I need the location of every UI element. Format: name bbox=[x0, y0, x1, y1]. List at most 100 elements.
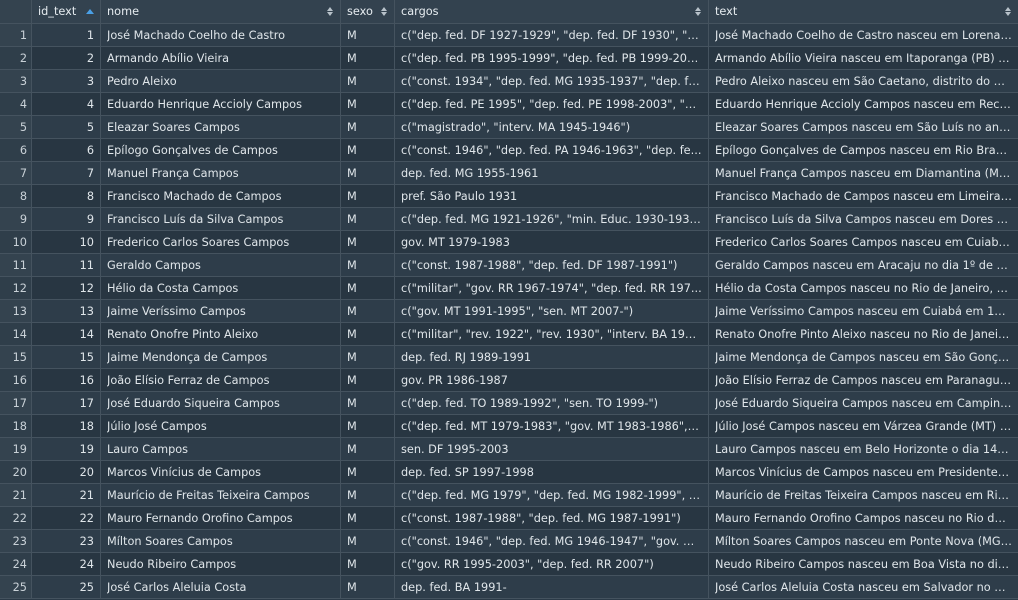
table-row[interactable]: 21 21 Maurício de Freitas Teixeira Campos M… bbox=[0, 484, 1018, 507]
cell-nome[interactable]: Neudo Ribeiro Campos bbox=[101, 553, 341, 576]
cell-text[interactable]: Pedro Aleixo nasceu em São Caetano, dist… bbox=[709, 70, 1018, 93]
cell-cargos[interactable]: c("gov. RR 1995-2003", "dep. fed. RR 200… bbox=[395, 553, 709, 576]
cell-cargos[interactable]: sen. DF 1995-2003 bbox=[395, 438, 709, 461]
sort-ascending-icon[interactable] bbox=[86, 9, 94, 14]
cell-id-text[interactable]: 21 bbox=[32, 484, 101, 507]
cell-text[interactable]: Renato Onofre Pinto Aleixo nasceu no Rio… bbox=[709, 323, 1018, 346]
cell-cargos[interactable]: c("militar", "rev. 1922", "rev. 1930", "… bbox=[395, 323, 709, 346]
cell-text[interactable]: José Machado Coelho de Castro nasceu em … bbox=[709, 24, 1018, 47]
cell-sexo[interactable]: M bbox=[341, 484, 395, 507]
cell-id-text[interactable]: 22 bbox=[32, 507, 101, 530]
cell-id-text[interactable]: 7 bbox=[32, 162, 101, 185]
cell-text[interactable]: Jaime Mendonça de Campos nasceu em São G… bbox=[709, 346, 1018, 369]
cell-id-text[interactable]: 24 bbox=[32, 553, 101, 576]
cell-text[interactable]: Eduardo Henrique Accioly Campos nasceu e… bbox=[709, 93, 1018, 116]
row-number[interactable]: 12 bbox=[0, 277, 32, 300]
cell-id-text[interactable]: 17 bbox=[32, 392, 101, 415]
cell-id-text[interactable]: 6 bbox=[32, 139, 101, 162]
cell-nome[interactable]: Francisco Luís da Silva Campos bbox=[101, 208, 341, 231]
cell-sexo[interactable]: M bbox=[341, 530, 395, 553]
cell-nome[interactable]: Mílton Soares Campos bbox=[101, 530, 341, 553]
table-row[interactable]: 22 22 Mauro Fernando Orofino Campos Mc("con… bbox=[0, 507, 1018, 530]
table-row[interactable]: 17 17 José Eduardo Siqueira Campos Mc("dep.… bbox=[0, 392, 1018, 415]
sort-icon[interactable] bbox=[694, 7, 702, 16]
cell-cargos[interactable]: dep. fed. RJ 1989-1991 bbox=[395, 346, 709, 369]
cell-cargos[interactable]: c("const. 1987-1988", "dep. fed. MG 1987… bbox=[395, 507, 709, 530]
row-number[interactable]: 16 bbox=[0, 369, 32, 392]
table-row[interactable]: 24 24 Neudo Ribeiro Campos Mc("gov. RR 1995… bbox=[0, 553, 1018, 576]
column-header-text[interactable]: text bbox=[709, 0, 1018, 24]
cell-cargos[interactable]: gov. PR 1986-1987 bbox=[395, 369, 709, 392]
cell-nome[interactable]: Eleazar Soares Campos bbox=[101, 116, 341, 139]
row-number[interactable]: 5 bbox=[0, 116, 32, 139]
cell-sexo[interactable]: M bbox=[341, 323, 395, 346]
cell-sexo[interactable]: M bbox=[341, 254, 395, 277]
cell-text[interactable]: Hélio da Costa Campos nasceu no Rio de J… bbox=[709, 277, 1018, 300]
cell-id-text[interactable]: 15 bbox=[32, 346, 101, 369]
cell-id-text[interactable]: 19 bbox=[32, 438, 101, 461]
table-row[interactable]: 20 20 Marcos Vinícius de Campos Mdep. fed. … bbox=[0, 461, 1018, 484]
cell-id-text[interactable]: 12 bbox=[32, 277, 101, 300]
table-row[interactable]: 16 16 João Elísio Ferraz de Campos Mgov. PR… bbox=[0, 369, 1018, 392]
cell-id-text[interactable]: 14 bbox=[32, 323, 101, 346]
cell-sexo[interactable]: M bbox=[341, 553, 395, 576]
cell-sexo[interactable]: M bbox=[341, 231, 395, 254]
cell-sexo[interactable]: M bbox=[341, 24, 395, 47]
sort-icon[interactable] bbox=[380, 7, 388, 16]
cell-nome[interactable]: José Eduardo Siqueira Campos bbox=[101, 392, 341, 415]
row-number[interactable]: 25 bbox=[0, 576, 32, 599]
cell-text[interactable]: Geraldo Campos nasceu em Aracaju no dia … bbox=[709, 254, 1018, 277]
row-number[interactable]: 3 bbox=[0, 70, 32, 93]
cell-sexo[interactable]: M bbox=[341, 208, 395, 231]
cell-id-text[interactable]: 13 bbox=[32, 300, 101, 323]
cell-cargos[interactable]: c("dep. fed. MT 1979-1983", "gov. MT 198… bbox=[395, 415, 709, 438]
table-row[interactable]: 25 25 José Carlos Aleluia Costa Mdep. fed. … bbox=[0, 576, 1018, 599]
cell-cargos[interactable]: c("const. 1946", "dep. fed. MG 1946-1947… bbox=[395, 530, 709, 553]
cell-nome[interactable]: Jaime Mendonça de Campos bbox=[101, 346, 341, 369]
cell-cargos[interactable]: c("dep. fed. PE 1995", "dep. fed. PE 199… bbox=[395, 93, 709, 116]
cell-cargos[interactable]: dep. fed. SP 1997-1998 bbox=[395, 461, 709, 484]
cell-cargos[interactable]: c("dep. fed. MG 1921-1926", "min. Educ. … bbox=[395, 208, 709, 231]
row-number[interactable]: 17 bbox=[0, 392, 32, 415]
cell-sexo[interactable]: M bbox=[341, 277, 395, 300]
cell-text[interactable]: Maurício de Freitas Teixeira Campos nasc… bbox=[709, 484, 1018, 507]
column-header-nome[interactable]: nome bbox=[101, 0, 341, 24]
cell-text[interactable]: João Elísio Ferraz de Campos nasceu em P… bbox=[709, 369, 1018, 392]
cell-sexo[interactable]: M bbox=[341, 346, 395, 369]
row-number[interactable]: 18 bbox=[0, 415, 32, 438]
cell-sexo[interactable]: M bbox=[341, 139, 395, 162]
cell-nome[interactable]: Pedro Aleixo bbox=[101, 70, 341, 93]
row-number[interactable]: 15 bbox=[0, 346, 32, 369]
row-number[interactable]: 7 bbox=[0, 162, 32, 185]
cell-id-text[interactable]: 11 bbox=[32, 254, 101, 277]
row-number[interactable]: 11 bbox=[0, 254, 32, 277]
table-row[interactable]: 5 5 Eleazar Soares Campos Mc("magistrado", … bbox=[0, 116, 1018, 139]
table-row[interactable]: 10 10 Frederico Carlos Soares Campos Mgov. … bbox=[0, 231, 1018, 254]
table-row[interactable]: 18 18 Júlio José Campos Mc("dep. fed. MT 19… bbox=[0, 415, 1018, 438]
cell-text[interactable]: Jaime Veríssimo Campos nasceu em Cuiabá … bbox=[709, 300, 1018, 323]
column-header-id-text[interactable]: id_text bbox=[32, 0, 101, 24]
cell-nome[interactable]: Epílogo Gonçalves de Campos bbox=[101, 139, 341, 162]
cell-sexo[interactable]: M bbox=[341, 185, 395, 208]
cell-cargos[interactable]: c("dep. fed. TO 1989-1992", "sen. TO 199… bbox=[395, 392, 709, 415]
cell-sexo[interactable]: M bbox=[341, 438, 395, 461]
cell-text[interactable]: Marcos Vinícius de Campos nasceu em Pres… bbox=[709, 461, 1018, 484]
cell-id-text[interactable]: 18 bbox=[32, 415, 101, 438]
table-row[interactable]: 13 13 Jaime Veríssimo Campos Mc("gov. MT 19… bbox=[0, 300, 1018, 323]
cell-cargos[interactable]: c("dep. fed. PB 1995-1999", "dep. fed. P… bbox=[395, 47, 709, 70]
table-row[interactable]: 19 19 Lauro Campos Msen. DF 1995-2003 Lauro … bbox=[0, 438, 1018, 461]
cell-id-text[interactable]: 23 bbox=[32, 530, 101, 553]
cell-nome[interactable]: Mauro Fernando Orofino Campos bbox=[101, 507, 341, 530]
cell-sexo[interactable]: M bbox=[341, 93, 395, 116]
cell-cargos[interactable]: c("const. 1946", "dep. fed. PA 1946-1963… bbox=[395, 139, 709, 162]
cell-sexo[interactable]: M bbox=[341, 415, 395, 438]
row-number[interactable]: 2 bbox=[0, 47, 32, 70]
table-row[interactable]: 6 6 Epílogo Gonçalves de Campos Mc("const. … bbox=[0, 139, 1018, 162]
table-row[interactable]: 9 9 Francisco Luís da Silva Campos Mc("dep.… bbox=[0, 208, 1018, 231]
cell-id-text[interactable]: 4 bbox=[32, 93, 101, 116]
row-number[interactable]: 14 bbox=[0, 323, 32, 346]
table-row[interactable]: 3 3 Pedro Aleixo Mc("const. 1934", "dep. fe… bbox=[0, 70, 1018, 93]
row-number[interactable]: 1 bbox=[0, 24, 32, 47]
cell-nome[interactable]: João Elísio Ferraz de Campos bbox=[101, 369, 341, 392]
row-number[interactable]: 21 bbox=[0, 484, 32, 507]
